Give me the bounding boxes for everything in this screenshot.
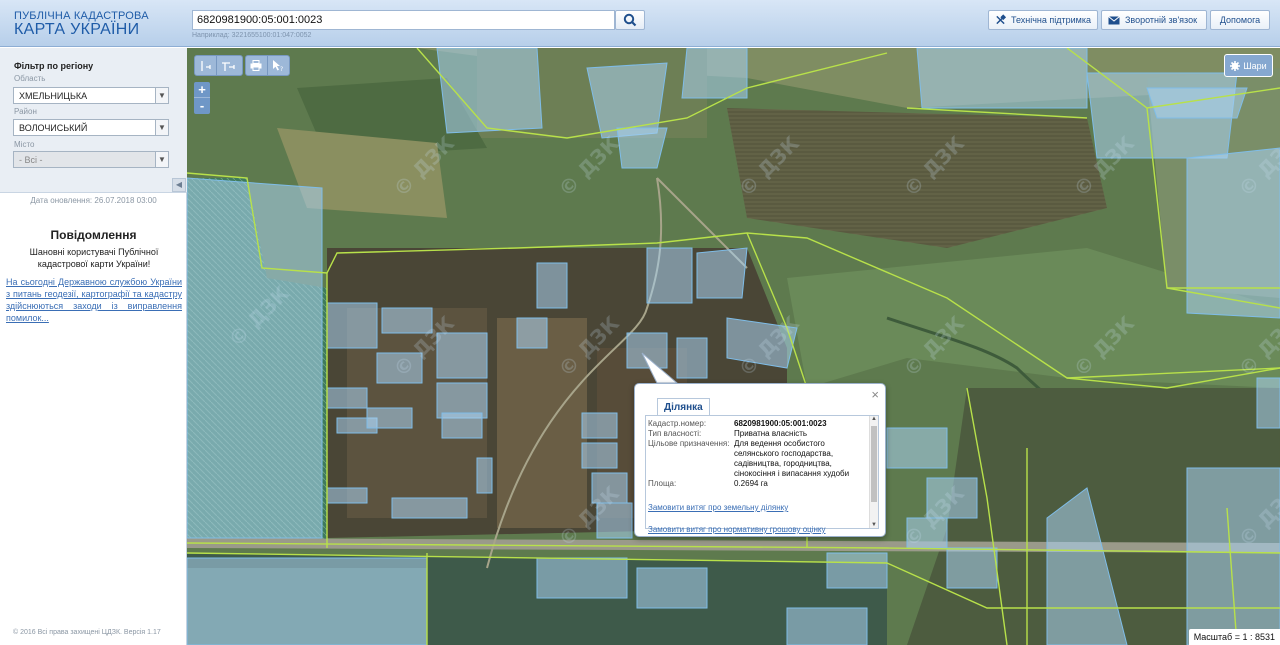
scroll-up-icon[interactable]: ▲ — [870, 416, 878, 422]
tools-icon — [996, 14, 1006, 25]
city-value: - Всі - — [19, 155, 43, 165]
row-key: Площа: — [648, 479, 677, 488]
notice-title: Повідомлення — [50, 228, 137, 242]
row-value: Для ведення особистого селянського госпо… — [734, 439, 850, 478]
chevron-down-icon: ▼ — [155, 152, 168, 167]
area-row: Площа: 0.2694 га — [648, 479, 868, 489]
tab-parcel[interactable]: Ділянка — [657, 398, 710, 416]
envelope-icon — [1108, 15, 1120, 24]
info-cursor-icon[interactable]: ? — [268, 56, 289, 75]
tech-support-button[interactable]: Технічна підтримка — [988, 10, 1098, 30]
row-value: Приватна власність — [734, 429, 808, 438]
gear-icon — [1230, 60, 1241, 71]
row-value: 6820981900:05:001:0023 — [734, 419, 827, 428]
chevron-down-icon: ▼ — [155, 88, 168, 103]
rayon-label: Район — [14, 107, 37, 116]
popup-scrollbar[interactable]: ▲ ▼ — [869, 416, 878, 528]
update-date: Дата оновлення: 26.07.2018 03:00 — [30, 196, 157, 205]
scroll-down-icon[interactable]: ▼ — [870, 522, 878, 528]
city-select: - Всі - ▼ — [13, 151, 169, 168]
search-button[interactable] — [615, 10, 645, 30]
layers-button[interactable]: Шари — [1224, 54, 1273, 77]
feedback-label: Зворотній зв'язок — [1125, 15, 1198, 25]
row-key: Тип власності: — [648, 429, 702, 438]
app-logo[interactable]: ПУБЛІЧНА КАДАСТРОВА КАРТА УКРАЇНИ — [14, 11, 149, 38]
print-info-toolbar: ? — [245, 55, 290, 76]
parcel-info-body: Кадастр.номер: 6820981900:05:001:0023 Ти… — [645, 415, 879, 534]
order-valuation-link-text[interactable]: Замовити витяг про нормативну грошову оц… — [648, 525, 826, 534]
zoom-control: + - — [194, 82, 210, 114]
search-icon — [623, 13, 637, 27]
oblast-select[interactable]: ХМЕЛЬНИЦЬКА ▼ — [13, 87, 169, 104]
zoom-in-button[interactable]: + — [194, 82, 210, 98]
collapse-panel-button[interactable]: ◀ — [172, 178, 186, 192]
cadastral-search-input[interactable] — [192, 10, 615, 30]
order-extract-link-text[interactable]: Замовити витяг про земельну ділянку — [648, 503, 788, 512]
notice-text: Шановні користувачі Публічної кадастрово… — [29, 247, 159, 269]
layers-label: Шари — [1243, 60, 1267, 71]
ruler-line-icon[interactable] — [195, 56, 217, 75]
ruler-area-icon[interactable] — [217, 56, 239, 75]
order-valuation-link[interactable]: Замовити витяг про нормативну грошову оц… — [648, 523, 868, 535]
row-key: Кадастр.номер: — [648, 419, 707, 428]
notice-link[interactable]: На сьогодні Державною службою України з … — [6, 276, 182, 324]
svg-text:?: ? — [280, 66, 283, 72]
app-header: ПУБЛІЧНА КАДАСТРОВА КАРТА УКРАЇНИ Наприк… — [0, 0, 1280, 47]
row-key: Цільове призначення: — [648, 439, 730, 448]
rayon-select[interactable]: ВОЛОЧИСЬКИЙ ▼ — [13, 119, 169, 136]
help-button[interactable]: Допомога — [1210, 10, 1270, 30]
help-label: Допомога — [1219, 15, 1261, 25]
search-hint: Наприклад: 3221655100:01:047:0052 — [192, 32, 312, 39]
oblast-value: ХМЕЛЬНИЦЬКА — [19, 91, 88, 101]
measure-toolbar — [194, 55, 243, 76]
purpose-row: Цільове призначення: Для ведення особист… — [648, 439, 868, 479]
logo-line-2: КАРТА УКРАЇНИ — [14, 21, 140, 38]
copyright: © 2016 Всі права захищені ЦДЗК. Версія 1… — [13, 629, 161, 636]
city-label: Місто — [14, 140, 35, 149]
map-scale: Масштаб = 1 : 8531 — [1188, 629, 1280, 645]
scrollbar-thumb[interactable] — [871, 426, 877, 502]
print-icon[interactable] — [246, 56, 268, 75]
feedback-button[interactable]: Зворотній зв'язок — [1101, 10, 1207, 30]
parcel-info-popup: × Ділянка Кадастр.номер: 6820981900:05:0… — [634, 383, 886, 537]
left-panel: Фільтр по регіону Область ХМЕЛЬНИЦЬКА ▼ … — [0, 48, 187, 645]
chevron-down-icon: ▼ — [155, 120, 168, 135]
tech-support-label: Технічна підтримка — [1010, 15, 1091, 25]
rayon-value: ВОЛОЧИСЬКИЙ — [19, 123, 88, 133]
zoom-out-button[interactable]: - — [194, 98, 210, 114]
map-view[interactable]: © ДЗК © ДЗК © ДЗК © ДЗК © ДЗК © ДЗК © ДЗ… — [187, 48, 1280, 645]
order-extract-link[interactable]: Замовити витяг про земельну ділянку — [648, 501, 868, 513]
oblast-label: Область — [14, 74, 46, 83]
close-icon[interactable]: × — [871, 387, 879, 402]
filter-title: Фільтр по регіону — [14, 61, 94, 71]
ownership-type-row: Тип власності: Приватна власність — [648, 429, 868, 439]
region-filter: Фільтр по регіону Область ХМЕЛЬНИЦЬКА ▼ … — [0, 48, 187, 193]
row-value: 0.2694 га — [734, 479, 768, 488]
satellite-map[interactable]: © ДЗК © ДЗК © ДЗК © ДЗК © ДЗК © ДЗК © ДЗ… — [187, 48, 1280, 645]
cadastral-number-row: Кадастр.номер: 6820981900:05:001:0023 — [648, 419, 868, 429]
